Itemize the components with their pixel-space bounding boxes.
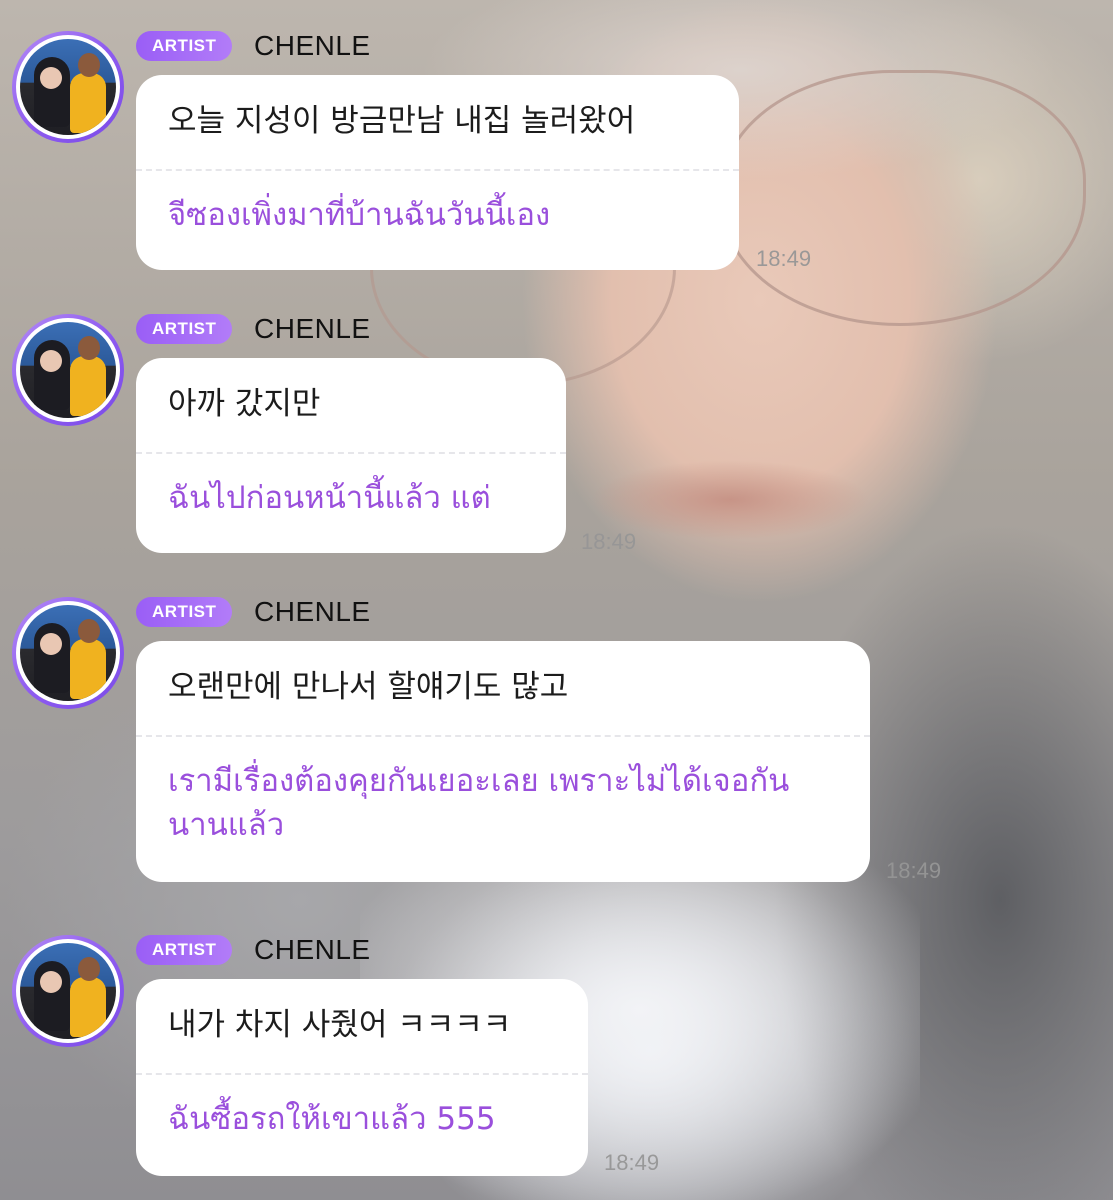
message-text: 아까 갔지만: [168, 386, 321, 422]
avatar-photo: [20, 605, 116, 701]
avatar[interactable]: [12, 314, 124, 426]
message-bubble[interactable]: 오랜만에 만나서 할얘기도 많고 เรามีเรื่องต้องคุยกันเย…: [136, 641, 870, 882]
translation-text: ฉันไปก่อนหน้านี้แล้ว แต่: [168, 480, 491, 516]
translation-text: เรามีเรื่องต้องคุยกันเยอะเลย เพราะไม่ได้…: [168, 763, 790, 843]
message-text: 오늘 지성이 방금만남 내집 놀러왔어: [168, 103, 636, 139]
avatar[interactable]: [12, 935, 124, 1047]
message-bubble[interactable]: 오늘 지성이 방금만남 내집 놀러왔어 จีซองเพิ่งมาที่บ้านฉ…: [136, 75, 739, 270]
message-bubble[interactable]: 아까 갔지만 ฉันไปก่อนหน้านี้แล้ว แต่: [136, 358, 566, 553]
translation-text: จีซองเพิ่งมาที่บ้านฉันวันนี้เอง: [168, 197, 551, 233]
message-text: 내가 차지 사줬어 ㅋㅋㅋㅋ: [168, 1007, 512, 1043]
sender-name[interactable]: CHENLE: [254, 935, 371, 965]
timestamp: 18:49: [604, 1150, 660, 1175]
avatar-photo: [20, 943, 116, 1039]
artist-badge: ARTIST: [136, 31, 233, 61]
timestamp: 18:49: [581, 529, 637, 554]
sender-name[interactable]: CHENLE: [254, 314, 371, 344]
timestamp: 18:49: [886, 858, 942, 883]
message-text: 오랜만에 만나서 할얘기도 많고: [168, 669, 569, 705]
artist-badge: ARTIST: [136, 597, 233, 627]
artist-badge: ARTIST: [136, 935, 233, 965]
avatar-photo: [20, 322, 116, 418]
message-bubble[interactable]: 내가 차지 사줬어 ㅋㅋㅋㅋ ฉันซื้อรถให้เขาแล้ว 555: [136, 979, 588, 1176]
sender-name[interactable]: CHENLE: [254, 597, 371, 627]
avatar-photo: [20, 39, 116, 135]
translation-text: ฉันซื้อรถให้เขาแล้ว 555: [168, 1101, 496, 1137]
avatar[interactable]: [12, 31, 124, 143]
sender-name[interactable]: CHENLE: [254, 31, 371, 61]
timestamp: 18:49: [756, 246, 812, 271]
avatar[interactable]: [12, 597, 124, 709]
artist-badge: ARTIST: [136, 314, 233, 344]
